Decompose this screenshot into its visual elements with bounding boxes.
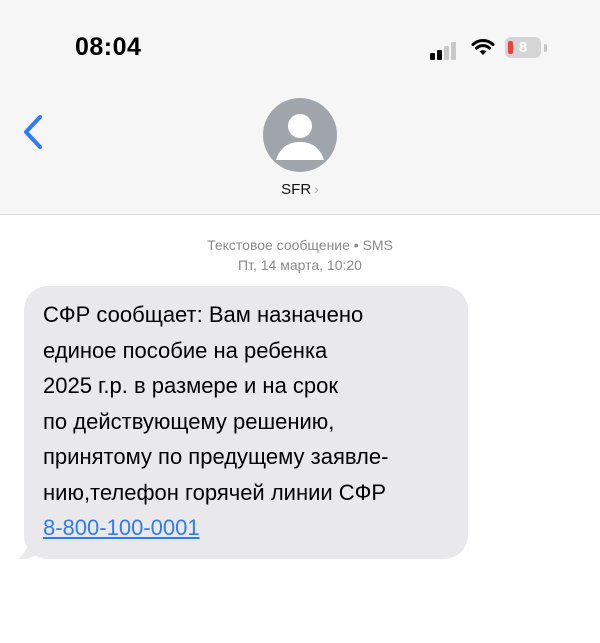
message-type-label: Текстовое сообщение • SMS: [207, 237, 393, 253]
message-text: СФР сообщает: Вам назначено единое пособ…: [43, 297, 463, 546]
contact-name-button[interactable]: SFR ›: [0, 181, 600, 198]
cellular-signal-icon: [430, 40, 460, 60]
message-line: СФР сообщает: Вам назначено: [43, 302, 364, 327]
message-line: единое пособие на ребенка: [43, 337, 328, 363]
message-line: 2025 г.р. в размере и на срок: [43, 373, 339, 398]
battery-icon: 8: [505, 37, 541, 58]
battery-level: 8: [518, 39, 528, 56]
message-line: по действующему решению,: [43, 408, 335, 434]
back-chevron-icon[interactable]: [20, 113, 50, 153]
message-timestamp: Пт, 14 марта, 10:20: [238, 257, 362, 273]
phone-number-link[interactable]: 8-800-100-0001: [43, 515, 200, 540]
message-meta: Текстовое сообщение • SMS Пт, 14 марта, …: [0, 235, 600, 275]
contact-avatar[interactable]: [263, 98, 337, 172]
wifi-icon: [471, 39, 495, 55]
message-line: принятому по предущему заявле-: [43, 444, 389, 469]
contact-name: SFR: [281, 181, 312, 198]
message-line: нию,телефон горячей линии СФР: [43, 479, 387, 505]
chevron-right-icon: ›: [314, 181, 319, 197]
battery-tip: [544, 44, 547, 52]
status-time: 08:04: [75, 33, 142, 61]
conversation-header: 08:04 8 SFR ›: [0, 0, 600, 215]
person-icon: [276, 114, 324, 160]
